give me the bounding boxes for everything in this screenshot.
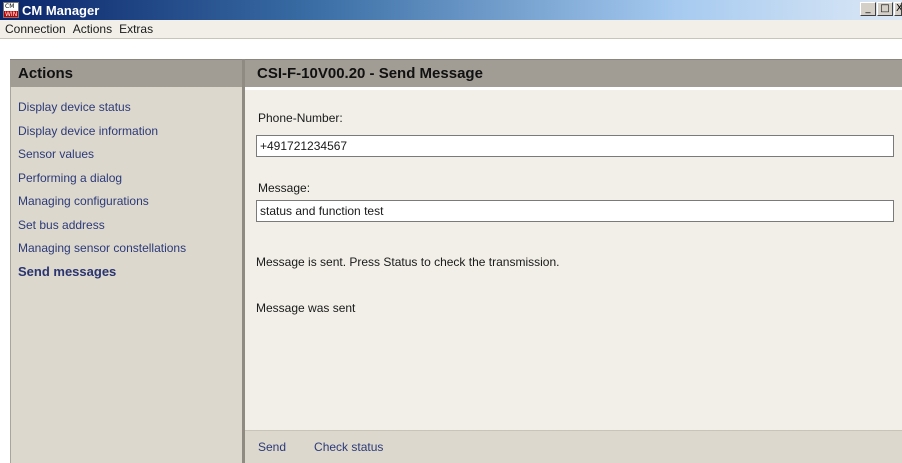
- panel-footer: Send Check status: [245, 430, 902, 463]
- close-button[interactable]: X: [894, 2, 902, 16]
- window-title: CM Manager: [22, 2, 100, 18]
- title-bar: CM WIN CM Manager _ □ X: [0, 0, 902, 20]
- info-text: Message is sent. Press Status to check t…: [256, 255, 560, 269]
- sidebar-item-set-bus-address[interactable]: Set bus address: [18, 217, 186, 241]
- sidebar-title: Actions: [10, 59, 242, 87]
- maximize-button[interactable]: □: [877, 2, 893, 16]
- message-label: Message:: [258, 181, 311, 195]
- actions-list: Display device status Display device inf…: [18, 99, 186, 287]
- sidebar-item-sensor-values[interactable]: Sensor values: [18, 146, 186, 170]
- app-icon[interactable]: CM WIN: [3, 2, 19, 18]
- sidebar-item-display-device-status[interactable]: Display device status: [18, 99, 186, 123]
- check-status-button[interactable]: Check status: [314, 440, 383, 454]
- sidebar-item-display-device-information[interactable]: Display device information: [18, 123, 186, 147]
- message-input[interactable]: [256, 200, 894, 222]
- send-button[interactable]: Send: [258, 440, 286, 454]
- app-icon-bottom-text: WIN: [4, 11, 18, 18]
- menu-connection[interactable]: Connection: [5, 22, 66, 36]
- minimize-button[interactable]: _: [860, 2, 876, 16]
- app-icon-top-text: CM: [5, 3, 15, 10]
- menu-bar: Connection Actions Extras: [0, 20, 902, 39]
- sidebar-item-managing-configurations[interactable]: Managing configurations: [18, 193, 186, 217]
- sidebar-item-managing-sensor-constellations[interactable]: Managing sensor constellations: [18, 240, 186, 264]
- sidebar-item-performing-a-dialog[interactable]: Performing a dialog: [18, 170, 186, 194]
- phone-number-label: Phone-Number:: [258, 111, 343, 125]
- phone-number-input[interactable]: [256, 135, 894, 157]
- menu-actions[interactable]: Actions: [73, 22, 112, 36]
- menu-extras[interactable]: Extras: [119, 22, 153, 36]
- result-text: Message was sent: [256, 301, 356, 315]
- panel-title: CSI-F-10V00.20 - Send Message: [245, 59, 902, 87]
- sidebar-item-send-messages[interactable]: Send messages: [18, 264, 186, 288]
- window-controls: _ □ X: [860, 2, 902, 16]
